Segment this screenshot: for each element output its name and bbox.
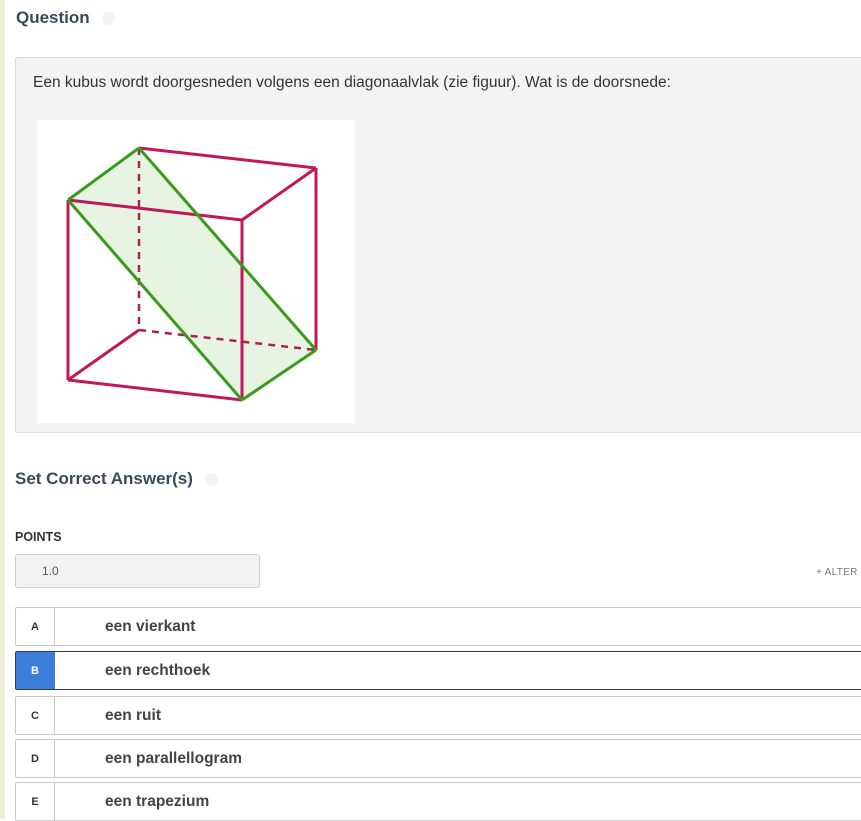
cube-edge bbox=[139, 148, 316, 168]
question-text: Een kubus wordt doorgesneden volgens een… bbox=[33, 74, 671, 92]
points-input[interactable] bbox=[15, 554, 260, 588]
answer-option-a[interactable]: A een vierkant bbox=[15, 607, 861, 646]
option-text: een rechthoek bbox=[105, 662, 210, 680]
option-letter[interactable]: A bbox=[16, 608, 55, 645]
question-box[interactable]: Een kubus wordt doorgesneden volgens een… bbox=[15, 57, 861, 433]
cube-edge bbox=[68, 330, 139, 380]
answer-option-c[interactable]: C een ruit bbox=[15, 696, 861, 735]
question-heading-label: Question bbox=[16, 8, 90, 28]
answer-option-d[interactable]: D een parallellogram bbox=[15, 739, 861, 778]
cube-edge bbox=[68, 380, 242, 400]
option-text: een parallellogram bbox=[105, 750, 242, 768]
info-icon[interactable] bbox=[102, 12, 115, 25]
cube-cross-section-figure bbox=[37, 120, 355, 423]
option-text: een vierkant bbox=[105, 618, 195, 636]
cube-diagram bbox=[37, 120, 355, 423]
answers-heading-label: Set Correct Answer(s) bbox=[15, 469, 193, 489]
option-text: een trapezium bbox=[105, 793, 209, 811]
info-icon[interactable] bbox=[205, 473, 218, 486]
option-letter[interactable]: E bbox=[16, 783, 55, 820]
option-letter[interactable]: B bbox=[16, 652, 55, 689]
points-label: POINTS bbox=[15, 530, 62, 544]
cube-edge bbox=[242, 168, 316, 220]
question-editor: Question Een kubus wordt doorgesneden vo… bbox=[5, 0, 861, 819]
answer-option-e[interactable]: E een trapezium bbox=[15, 782, 861, 821]
option-letter[interactable]: C bbox=[16, 697, 55, 734]
answers-heading: Set Correct Answer(s) bbox=[15, 469, 218, 489]
cross-section-plane bbox=[68, 148, 316, 400]
option-text: een ruit bbox=[105, 707, 161, 725]
option-letter[interactable]: D bbox=[16, 740, 55, 777]
answer-option-b[interactable]: B een rechthoek bbox=[15, 651, 861, 690]
question-heading: Question bbox=[16, 8, 115, 28]
alter-link[interactable]: + ALTER bbox=[816, 567, 858, 578]
